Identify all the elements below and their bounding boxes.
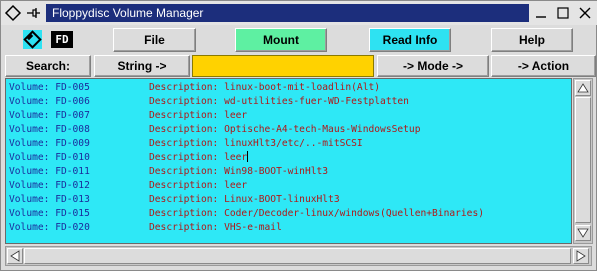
volume-label: Volume: FD-013 <box>9 194 90 205</box>
app-window: Floppydisc Volume Manager FD File Mount … <box>0 0 597 271</box>
fd-logo-icon: FD <box>51 31 73 48</box>
volume-description: Description: wd-utilities-fuer-WD-Festpl… <box>149 96 409 107</box>
scroll-right-arrow-icon[interactable] <box>573 248 589 264</box>
volume-description: Description: leer <box>149 180 248 191</box>
floppy-disk-icon <box>23 30 42 49</box>
volume-description: Description: leer <box>149 110 248 121</box>
volume-label: Volume: FD-009 <box>9 138 90 149</box>
volume-label: Volume: FD-006 <box>9 96 90 107</box>
volume-list[interactable]: Volume: FD-005 Description: linux-boot-mi… <box>5 78 572 244</box>
minimize-button[interactable] <box>532 4 550 22</box>
search-bar: Search: String -> -> Mode -> -> Action <box>1 54 597 77</box>
action-button[interactable]: -> Action <box>491 55 596 77</box>
mount-button[interactable]: Mount <box>235 28 327 52</box>
search-button[interactable]: Search: <box>5 55 91 77</box>
read-info-button[interactable]: Read Info <box>369 28 451 52</box>
horizontal-scroll-thumb[interactable] <box>24 248 571 264</box>
scroll-down-arrow-icon[interactable] <box>575 225 591 241</box>
search-string-input[interactable] <box>192 55 374 77</box>
pin-icon[interactable] <box>24 4 42 22</box>
close-button[interactable] <box>576 4 594 22</box>
window-title: Floppydisc Volume Manager <box>46 4 529 22</box>
title-bar: Floppydisc Volume Manager <box>1 1 597 25</box>
maximize-button[interactable] <box>554 4 572 22</box>
volume-description: Description: linuxHlt3/etc/..-mitSCSI <box>149 138 363 149</box>
horizontal-scrollbar[interactable] <box>5 246 592 266</box>
volume-label: Volume: FD-007 <box>9 110 90 121</box>
mode-button[interactable]: -> Mode -> <box>377 55 489 77</box>
volume-description: Description: linux-boot-mit-loadlin(Alt) <box>149 82 381 93</box>
string-button[interactable]: String -> <box>94 55 190 77</box>
volume-description: Description: Win98-BOOT-winHlt3 <box>149 166 329 177</box>
volume-label: Volume: FD-005 <box>9 82 90 93</box>
volume-label: Volume: FD-008 <box>9 124 90 135</box>
volume-label: Volume: FD-020 <box>9 222 90 233</box>
volume-label: Volume: FD-015 <box>9 208 90 219</box>
volume-label: Volume: FD-010 <box>9 152 90 163</box>
window-menu-diamond-icon[interactable] <box>4 4 22 22</box>
volume-description: Description: Optische-A4-tech-Maus-Windo… <box>149 124 421 135</box>
text-cursor <box>247 151 249 162</box>
toolbar: FD File Mount Read Info Help <box>1 27 597 53</box>
volume-description: Description: Coder/Decoder-linux/windows… <box>149 208 485 219</box>
scroll-up-arrow-icon[interactable] <box>575 80 591 96</box>
volume-label: Volume: FD-011 <box>9 166 90 177</box>
scroll-left-arrow-icon[interactable] <box>7 248 23 264</box>
description-text: Description: leer <box>149 152 248 163</box>
file-button[interactable]: File <box>113 28 196 52</box>
vertical-scrollbar[interactable] <box>573 78 593 244</box>
volume-description: Description: VHS-e-mail <box>149 222 282 233</box>
volume-description: Description: Linux-BOOT-linuxHlt3 <box>149 194 340 205</box>
volume-description: Description: leer <box>149 151 249 165</box>
volume-label: Volume: FD-012 <box>9 180 90 191</box>
help-button[interactable]: Help <box>491 28 573 52</box>
vertical-scroll-thumb[interactable] <box>575 97 591 223</box>
